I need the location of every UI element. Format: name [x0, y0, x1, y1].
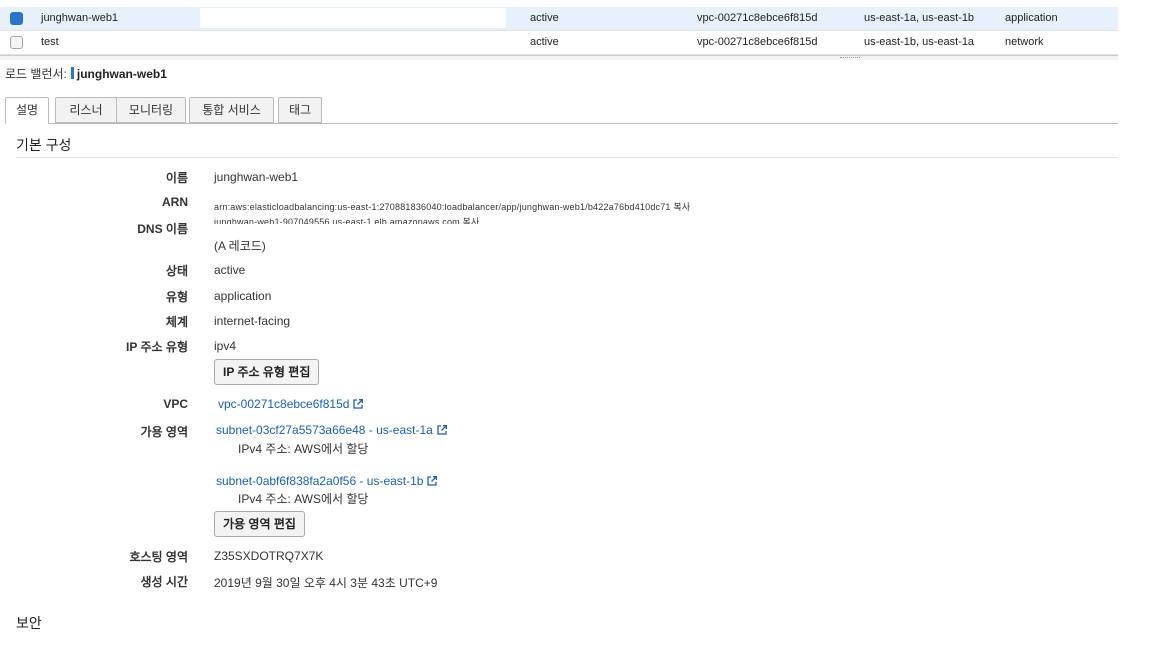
subnet-link-1[interactable]: subnet-03cf27a5573a66e48 - us-east-1a — [216, 423, 447, 437]
row-vpc: vpc-00271c8ebce6f815d — [697, 36, 818, 48]
created-value: 2019년 9월 30일 오후 4시 3분 43초 UTC+9 — [214, 576, 438, 590]
subnet-ipv4-2: IPv4 주소: AWS에서 할당 — [238, 492, 369, 506]
header-name: junghwan-web1 — [76, 67, 167, 81]
subnet-link-text[interactable]: subnet-0abf6f838fa2a0f56 - us-east-1b — [216, 474, 423, 488]
hosted-zone-value: Z35SXDOTRQ7X7K — [214, 549, 324, 563]
az-label: 가용 영역 — [140, 425, 189, 439]
dns-value: junghwan-web1-907049556.us-east-1.elb.am… — [214, 217, 480, 224]
name-value: junghwan-web1 — [214, 170, 299, 184]
edit-az-button[interactable]: 가용 영역 편집 — [214, 511, 305, 537]
panel-resize-handle[interactable] — [0, 55, 1118, 60]
table-row[interactable]: test active vpc-00271c8ebce6f815d us-eas… — [0, 31, 1118, 55]
external-link-icon — [437, 425, 447, 435]
subnet-link-2[interactable]: subnet-0abf6f838fa2a0f56 - us-east-1b — [216, 474, 438, 488]
arn-label: ARN — [162, 195, 188, 209]
external-link-icon — [427, 476, 438, 486]
row-azs: us-east-1a, us-east-1b — [864, 12, 975, 24]
external-link-icon — [353, 399, 364, 409]
dns-record-type: (A 레코드) — [214, 239, 266, 253]
tab-listeners[interactable]: 리스너 — [55, 97, 117, 123]
subnet-ipv4-1: IPv4 주소: AWS에서 할당 — [238, 442, 369, 456]
type-value: application — [214, 289, 272, 303]
row-type: network — [1005, 36, 1044, 48]
row-name: junghwan-web1 — [41, 12, 119, 24]
vpc-label: VPC — [163, 397, 188, 411]
vpc-link[interactable]: vpc-00271c8ebce6f815d — [218, 397, 364, 411]
scheme-label: 체계 — [165, 315, 188, 329]
dns-label: DNS 이름 — [137, 222, 188, 236]
table-row[interactable]: junghwan-web1 active vpc-00271c8ebce6f81… — [0, 7, 1118, 31]
ip-type-value: ipv4 — [214, 339, 237, 353]
state-label: 상태 — [165, 264, 188, 278]
tab-monitoring[interactable]: 모니터링 — [116, 97, 186, 123]
row-checkbox[interactable] — [10, 36, 23, 49]
row-state: active — [530, 36, 559, 48]
selected-indicator — [70, 67, 74, 79]
arn-value: arn:aws:elasticloadbalancing:us-east-1:2… — [214, 202, 691, 212]
hosted-zone-label: 호스팅 영역 — [129, 550, 188, 564]
state-value: active — [214, 263, 246, 277]
row-azs: us-east-1b, us-east-1a — [864, 36, 975, 48]
load-balancer-header: 로드 밸런서: junghwan-web1 — [5, 65, 167, 82]
section-divider — [16, 157, 1118, 158]
tab-integrated-services[interactable]: 통합 서비스 — [189, 97, 274, 123]
scheme-value: internet-facing — [214, 314, 291, 328]
type-label: 유형 — [165, 290, 188, 304]
row-state: active — [530, 12, 559, 24]
ip-type-label: IP 주소 유형 — [126, 340, 188, 354]
row-name: test — [41, 36, 59, 48]
header-label: 로드 밸런서: — [5, 67, 67, 81]
row-checkbox[interactable] — [10, 12, 23, 25]
resize-grip-icon — [840, 57, 860, 60]
tab-description[interactable]: 설명 — [5, 97, 49, 124]
row-vpc: vpc-00271c8ebce6f815d — [697, 12, 818, 24]
edit-ip-type-button[interactable]: IP 주소 유형 편집 — [214, 359, 320, 385]
subnet-link-text[interactable]: subnet-03cf27a5573a66e48 - us-east-1a — [216, 423, 433, 437]
tab-tags[interactable]: 태그 — [278, 97, 322, 123]
section-title-basic: 기본 구성 — [16, 137, 72, 153]
row-name-fill — [200, 8, 506, 28]
detail-tabs: 설명 리스너 모니터링 통합 서비스 태그 — [5, 97, 1118, 124]
vpc-link-text[interactable]: vpc-00271c8ebce6f815d — [218, 397, 349, 411]
row-type: application — [1005, 12, 1058, 24]
name-label: 이름 — [165, 171, 188, 185]
section-title-security: 보안 — [16, 615, 42, 631]
created-label: 생성 시간 — [140, 575, 189, 589]
